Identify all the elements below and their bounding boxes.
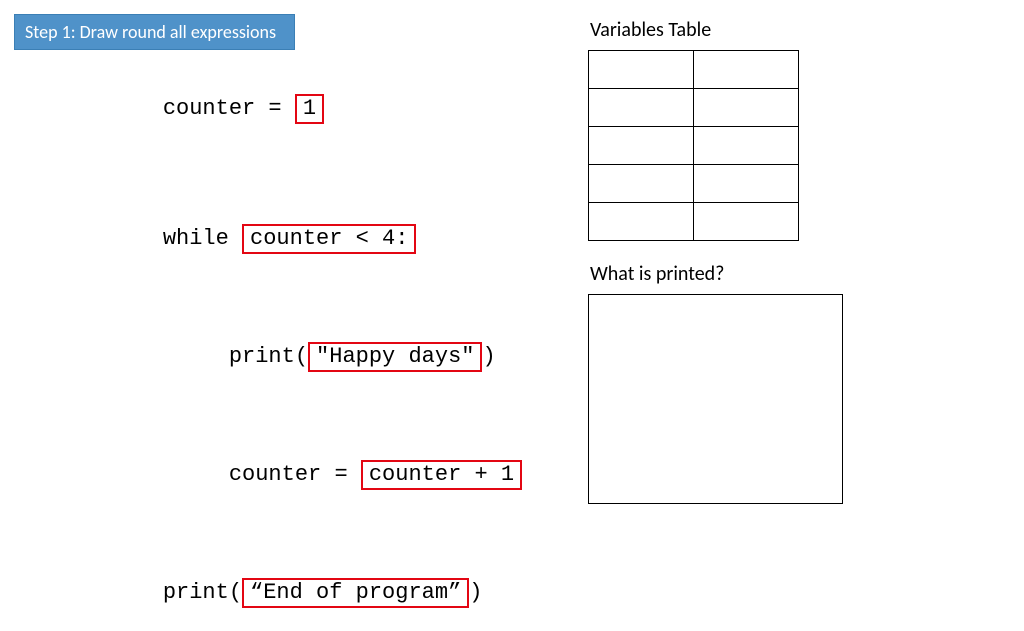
code-text: ) <box>469 580 482 605</box>
code-line-3: print("Happy days") <box>110 320 522 394</box>
table-row <box>589 127 799 165</box>
expression-box: counter < 4: <box>242 224 416 254</box>
table-cell <box>589 127 694 165</box>
code-text: print( <box>163 580 242 605</box>
table-cell <box>589 89 694 127</box>
table-cell <box>589 203 694 241</box>
table-row <box>589 51 799 89</box>
code-text: ) <box>482 344 495 369</box>
code-line-1: counter = 1 <box>110 72 522 146</box>
table-row <box>589 89 799 127</box>
table-row <box>589 165 799 203</box>
expression-box: 1 <box>295 94 324 124</box>
code-line-2: while counter < 4: <box>110 202 522 276</box>
expression-box: counter + 1 <box>361 460 522 490</box>
table-cell <box>694 165 799 203</box>
code-line-4: counter = counter + 1 <box>110 438 522 512</box>
code-line-5: print(“End of program”) <box>110 556 522 630</box>
variables-table <box>588 50 799 241</box>
table-cell <box>694 127 799 165</box>
variables-table-heading: Variables Table <box>590 18 711 42</box>
printed-heading: What is printed? <box>590 262 724 286</box>
code-text: while <box>163 226 242 251</box>
code-text: counter = <box>163 462 361 487</box>
table-cell <box>694 51 799 89</box>
output-box <box>588 294 843 504</box>
table-cell <box>589 51 694 89</box>
code-text: print( <box>163 344 308 369</box>
expression-box: “End of program” <box>242 578 469 608</box>
table-cell <box>589 165 694 203</box>
table-cell <box>694 203 799 241</box>
step-banner-text: Step 1: Draw round all expressions <box>25 21 276 43</box>
table-row <box>589 203 799 241</box>
table-cell <box>694 89 799 127</box>
expression-box: "Happy days" <box>308 342 482 372</box>
code-block: counter = 1 while counter < 4: print("Ha… <box>110 72 522 630</box>
step-banner: Step 1: Draw round all expressions <box>14 14 295 50</box>
code-text: counter = <box>163 96 295 121</box>
